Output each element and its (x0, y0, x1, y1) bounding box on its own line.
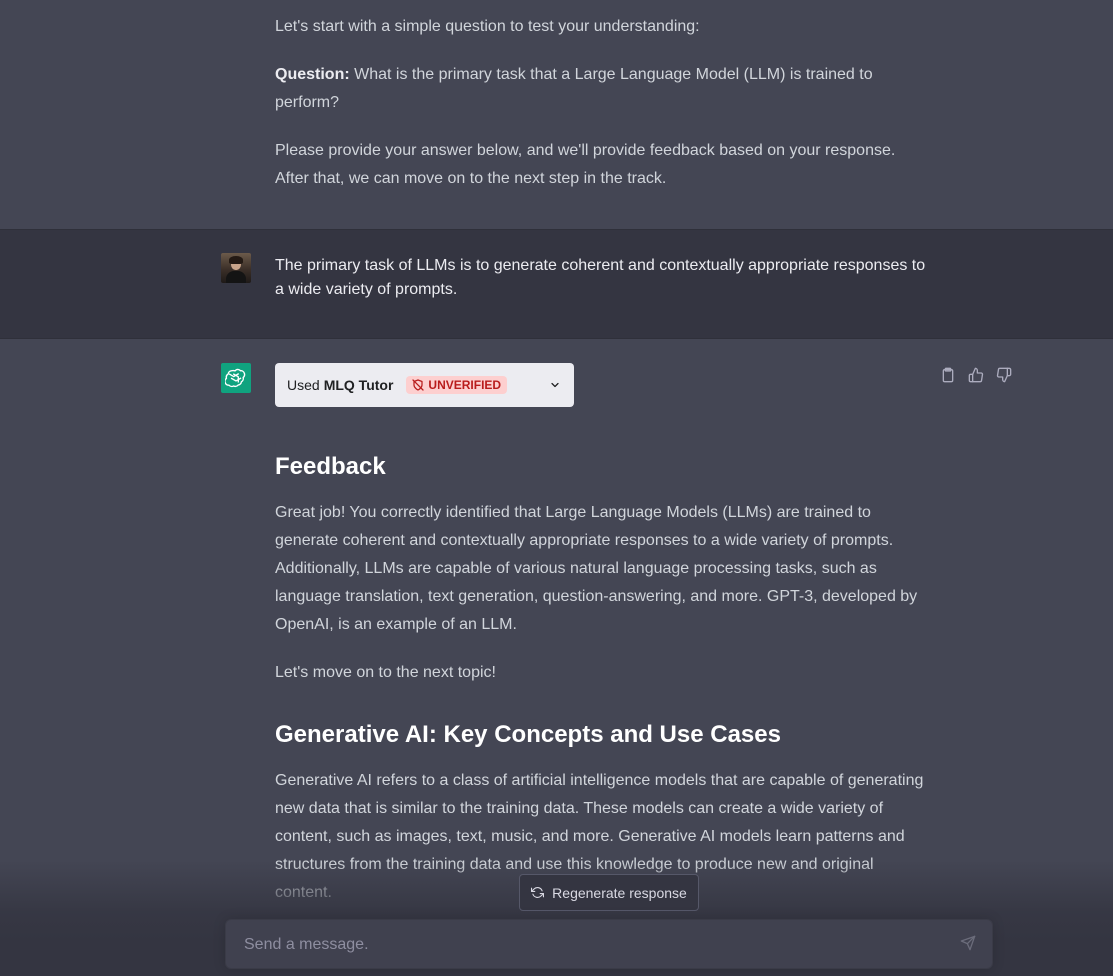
question-text: What is the primary task that a Large La… (275, 66, 873, 111)
question-label: Question: (275, 66, 350, 83)
chat-page: Let's start with a simple question to te… (0, 0, 1113, 976)
chevron-down-icon[interactable] (549, 378, 561, 394)
message-composer (225, 919, 993, 970)
plugin-name: MLQ Tutor (323, 377, 394, 393)
chatgpt-avatar (221, 363, 251, 393)
next-topic-paragraph: Let's move on to the next topic! (275, 659, 930, 687)
assistant-intro-text: Let's start with a simple question to te… (275, 13, 930, 41)
user-avatar (221, 253, 251, 283)
clipboard-icon[interactable] (939, 366, 957, 384)
feedback-text: Great job! You correctly identified that… (275, 504, 918, 633)
refresh-icon (531, 887, 545, 898)
feedback-heading: Feedback (275, 453, 386, 480)
question-paragraph: Question: What is the primary task that … (275, 61, 930, 117)
followup-text: Please provide your answer below, and we… (275, 142, 896, 187)
unverified-badge: UNVERIFIED (406, 376, 508, 394)
send-icon[interactable] (960, 935, 976, 956)
shield-off-icon (412, 379, 425, 391)
message-input[interactable] (242, 920, 946, 970)
generative-ai-heading: Generative AI: Key Concepts and Use Case… (275, 721, 781, 748)
thumbs-up-icon[interactable] (967, 366, 985, 384)
plugin-used-dropdown[interactable]: Used MLQ Tutor UNVERIFIED (275, 363, 574, 407)
thumbs-down-icon[interactable] (995, 366, 1013, 384)
feedback-paragraph: Great job! You correctly identified that… (275, 499, 930, 639)
regenerate-response-button[interactable]: Regenerate response (519, 874, 699, 911)
user-message-text: The primary task of LLMs is to generate … (275, 254, 930, 302)
next-topic-text: Let's move on to the next topic! (275, 664, 496, 681)
plugin-used-label: Used (287, 377, 320, 393)
user-reply: The primary task of LLMs is to generate … (275, 257, 926, 298)
badge-text: UNVERIFIED (428, 378, 502, 392)
message-actions (939, 366, 1013, 384)
openai-logo-icon (225, 368, 246, 388)
followup-paragraph: Please provide your answer below, and we… (275, 137, 930, 193)
regenerate-label: Regenerate response (552, 884, 687, 901)
intro-line: Let's start with a simple question to te… (275, 18, 700, 35)
